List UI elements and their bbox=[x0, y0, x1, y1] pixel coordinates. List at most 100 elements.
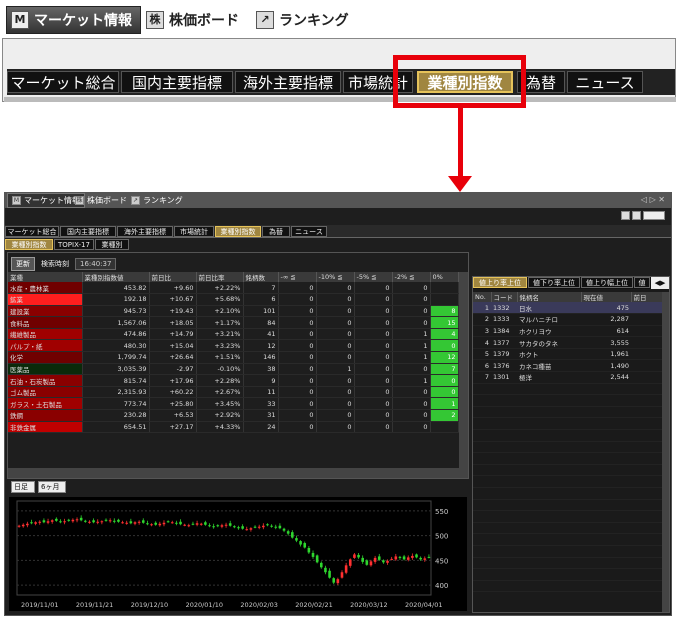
win-tab-stock-board[interactable]: 株株価ボード bbox=[75, 193, 127, 208]
rank-tab-scroll-icon[interactable]: ◀▶ bbox=[651, 277, 669, 289]
rank-row[interactable]: 1 1332 日水 475 bbox=[473, 302, 663, 315]
win-tab-market-info[interactable]: M マーケット情報 bbox=[7, 193, 85, 208]
rank-column-header[interactable]: No. bbox=[473, 292, 492, 302]
bucket-e: 1 bbox=[430, 397, 459, 411]
sub-tab-market-summary[interactable]: マーケット総合 bbox=[5, 226, 59, 237]
vertical-scrollbar[interactable] bbox=[459, 272, 468, 468]
table-row[interactable]: 鉄鋼 230.28 +6.53 +2.92% 31 0 0 0 0 2 bbox=[8, 409, 459, 422]
stock-board-icon: 株 bbox=[75, 196, 84, 205]
sub2-tab-sector-index[interactable]: 業種別指数 bbox=[5, 239, 53, 250]
layout-grid-icon[interactable] bbox=[621, 211, 630, 220]
column-header[interactable]: 業種 bbox=[8, 272, 83, 282]
rank-tab-gain-rate[interactable]: 値上り率上位 bbox=[473, 277, 527, 288]
rank-row[interactable]: 3 1384 ホクリヨウ 614 bbox=[473, 325, 663, 338]
bucket-c: 0 bbox=[354, 421, 393, 434]
sub-tab-overseas[interactable]: 海外主要指標 bbox=[117, 226, 173, 237]
top-tab-ranking[interactable]: ↗ ランキング bbox=[256, 6, 349, 34]
sub2-tab-sector[interactable]: 業種別 bbox=[95, 239, 129, 250]
ranking-icon: ↗ bbox=[256, 11, 274, 29]
change-pct: +4.33% bbox=[196, 421, 244, 434]
column-header[interactable]: -2% ≦ bbox=[392, 272, 431, 282]
zoom-tab-news[interactable]: ニュース bbox=[567, 71, 643, 93]
column-header[interactable]: 前日比率 bbox=[196, 272, 244, 282]
bucket-e bbox=[430, 282, 459, 295]
column-header[interactable]: -∞ ≦ bbox=[278, 272, 317, 282]
window-nav-arrows-icon[interactable]: ◁ ▷ ✕ bbox=[641, 195, 665, 204]
column-header[interactable]: -10% ≦ bbox=[316, 272, 355, 282]
table-row[interactable]: 非鉄金属 654.51 +27.17 +4.33% 24 0 0 0 0 bbox=[8, 421, 459, 434]
zoom-tab-market-summary[interactable]: マーケット総合 bbox=[7, 71, 119, 93]
column-header[interactable]: 0% bbox=[430, 272, 459, 282]
zoom-tab-overseas[interactable]: 海外主要指標 bbox=[235, 71, 341, 93]
top-tab-stock-board[interactable]: 株株価ボード bbox=[146, 6, 239, 34]
sub-tab-market-stats[interactable]: 市場統計 bbox=[174, 226, 214, 237]
table-row[interactable]: 鉱業 192.18 +10.67 +5.68% 6 0 0 0 0 bbox=[8, 293, 459, 306]
table-row[interactable]: パルプ・紙 480.30 +15.04 +3.23% 12 0 0 0 1 0 bbox=[8, 339, 459, 353]
rank-column-header[interactable]: コード bbox=[491, 292, 518, 302]
rank-scrollbar[interactable] bbox=[662, 292, 669, 612]
bucket-cnt: 24 bbox=[243, 421, 279, 434]
candle-body bbox=[34, 522, 37, 524]
rank-tab-more[interactable]: 値 bbox=[634, 277, 650, 288]
sub-tab-sector-index[interactable]: 業種別指数 bbox=[215, 226, 261, 237]
empty-cell bbox=[631, 417, 663, 431]
current-price: 614 bbox=[581, 325, 631, 338]
table-row[interactable]: 建設業 945.73 +19.43 +2.10% 101 0 0 0 0 8 bbox=[8, 305, 459, 318]
empty-cell bbox=[581, 533, 631, 546]
rank-row[interactable]: 2 1333 マルハニチロ 2,287 bbox=[473, 313, 663, 326]
rank-tab-gain-width[interactable]: 値上り幅上位 bbox=[581, 277, 633, 288]
sub2-tab-topix17[interactable]: TOPIX-17 bbox=[54, 239, 94, 250]
zoom-tab-domestic[interactable]: 国内主要指標 bbox=[121, 71, 233, 93]
table-row[interactable]: 石油・石炭製品 815.74 +17.96 +2.28% 9 0 0 0 1 0 bbox=[8, 374, 459, 387]
table-row[interactable]: ゴム製品 2,315.93 +60.22 +2.67% 11 0 0 0 0 0 bbox=[8, 386, 459, 399]
period-select[interactable]: 日足 bbox=[11, 481, 35, 493]
bucket-cnt: 101 bbox=[243, 305, 279, 318]
rank-row[interactable]: 7 1301 極洋 2,544 bbox=[473, 371, 663, 384]
column-header[interactable]: 銘柄数 bbox=[243, 272, 279, 282]
rank-row[interactable]: 4 1377 サカタのタネ 3,555 bbox=[473, 336, 663, 349]
table-row[interactable]: 繊維製品 474.86 +14.79 +3.21% 41 0 0 0 1 4 bbox=[8, 328, 459, 341]
stock-name: マルハニチロ bbox=[517, 313, 581, 326]
x-tick-label: 2020/03/12 bbox=[350, 601, 387, 609]
column-header[interactable]: 前日比 bbox=[149, 272, 197, 282]
win-tab-ranking[interactable]: ↗ ランキング bbox=[131, 193, 183, 208]
range-select[interactable]: 6ヶ月 bbox=[38, 481, 67, 493]
sub-tab-domestic[interactable]: 国内主要指標 bbox=[60, 226, 116, 237]
chart-controls: 日足 6ヶ月 bbox=[11, 481, 67, 493]
horizontal-scrollbar[interactable] bbox=[8, 468, 468, 478]
stock-code: 1379 bbox=[491, 348, 517, 361]
candle-body bbox=[141, 520, 145, 523]
table-row[interactable]: ガラス・土石製品 773.74 +25.80 +3.45% 33 0 0 0 0 1 bbox=[8, 397, 459, 411]
rank-tab-loss-rate[interactable]: 値下り率上位 bbox=[528, 277, 580, 288]
rank-column-header[interactable]: 現在値 bbox=[581, 292, 632, 302]
table-row[interactable]: 医薬品 3,035.39 -2.97 -0.10% 38 0 1 0 0 7 bbox=[8, 363, 459, 376]
table-row[interactable]: 化学 1,799.74 +26.64 +1.51% 146 0 0 0 1 12 bbox=[8, 351, 459, 364]
layout-controls bbox=[621, 211, 665, 220]
layout-single-icon[interactable] bbox=[632, 211, 641, 220]
stock-board-icon: 株 bbox=[146, 11, 164, 29]
rank-column-header[interactable]: 銘柄名 bbox=[517, 292, 582, 302]
layout-select[interactable] bbox=[643, 211, 665, 220]
sub-tab-fx[interactable]: 為替 bbox=[262, 226, 290, 237]
table-row[interactable]: 水産・農林業 453.82 +9.60 +2.22% 7 0 0 0 0 bbox=[8, 282, 459, 295]
column-header[interactable]: 業種別指数値 bbox=[82, 272, 150, 282]
candle-body bbox=[274, 526, 278, 528]
empty-cell bbox=[631, 406, 663, 419]
top-tab-label: マーケット情報 bbox=[34, 13, 132, 29]
sub-tab-news[interactable]: ニュース bbox=[291, 226, 327, 237]
update-button[interactable]: 更新 bbox=[11, 257, 35, 271]
top-tab-market-info[interactable]: M マーケット情報 bbox=[6, 6, 141, 34]
bucket-a: 0 bbox=[278, 282, 317, 295]
sector-name: 化学 bbox=[8, 351, 83, 364]
rank-column-header[interactable]: 前日 bbox=[631, 292, 664, 302]
empty-cell bbox=[517, 417, 581, 431]
empty-cell bbox=[473, 533, 491, 546]
rank-row[interactable]: 5 1379 ホクト 1,961 bbox=[473, 348, 663, 361]
change: +10.67 bbox=[149, 293, 197, 306]
rank-row[interactable]: 6 1376 カネコ種苗 1,490 bbox=[473, 359, 663, 373]
table-row[interactable]: 食料品 1,567.06 +18.05 +1.17% 84 0 0 0 0 15 bbox=[8, 316, 459, 329]
change: +17.96 bbox=[149, 374, 197, 387]
empty-cell bbox=[491, 545, 517, 558]
prev-change bbox=[631, 302, 663, 315]
column-header[interactable]: -5% ≦ bbox=[354, 272, 393, 282]
